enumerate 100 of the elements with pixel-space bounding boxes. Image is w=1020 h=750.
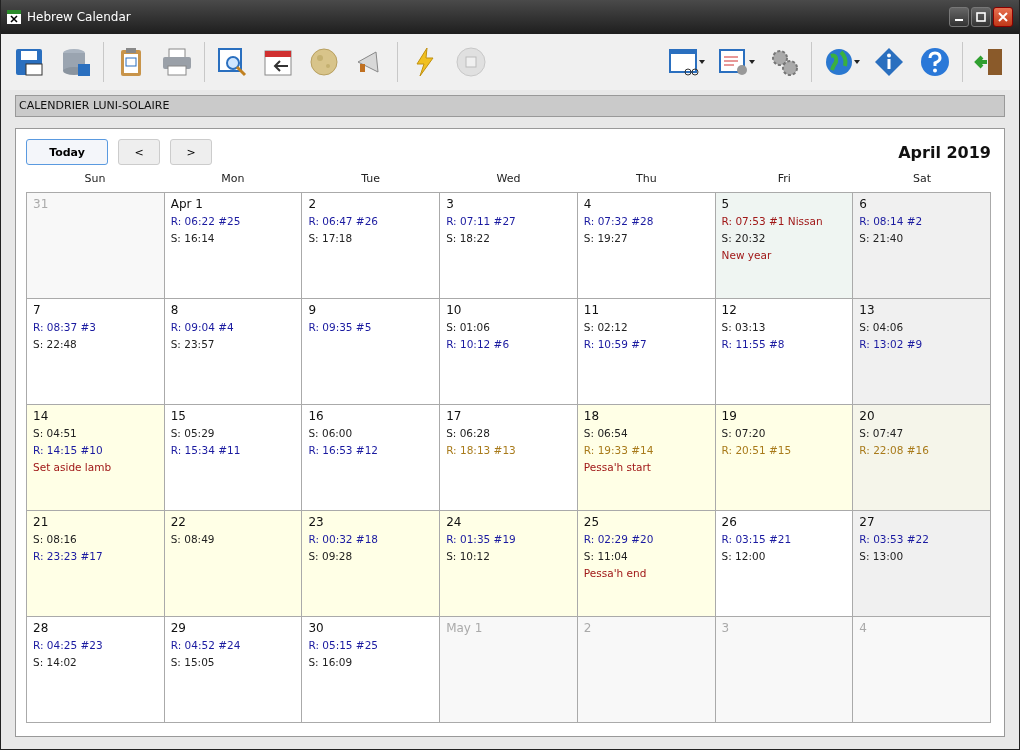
moonrise-time: R: 04:52 #24 <box>170 638 241 653</box>
day-cell[interactable]: 2 R: 06:47 #26 S: 17:18 <box>302 193 441 299</box>
day-cell[interactable]: 12 S: 03:13 R: 11:55 #8 <box>715 299 854 405</box>
day-number: Apr 1 <box>170 196 203 212</box>
moonrise-time: R: 03:53 #22 <box>859 532 929 547</box>
day-number: 17 <box>446 408 462 424</box>
day-number: 12 <box>721 302 737 318</box>
day-cell[interactable]: 5 R: 07:53 #1 Nissan S: 20:32 New year <box>715 193 854 299</box>
day-cell[interactable]: 11 S: 02:12 R: 10:59 #7 <box>577 299 716 405</box>
moonrise-time: R: 14:15 #10 <box>33 443 103 458</box>
day-cell[interactable]: 18 S: 06:54 R: 19:33 #14 Pessa'h start <box>577 405 716 511</box>
day-number: 28 <box>33 620 49 636</box>
database-icon <box>60 46 92 78</box>
moonset-time: S: 23:57 <box>170 337 215 352</box>
day-cell[interactable]: 26 R: 03:15 #21 S: 12:00 <box>715 511 854 617</box>
moonset-time: S: 04:51 <box>33 426 77 441</box>
day-cell[interactable]: 16 S: 06:00 R: 16:53 #12 <box>302 405 441 511</box>
moonset-time: S: 08:16 <box>33 532 77 547</box>
day-cell[interactable]: 24 R: 01:35 #19 S: 10:12 <box>440 511 578 617</box>
day-number: 21 <box>33 514 49 530</box>
moonrise-time: R: 09:04 #4 <box>170 320 234 335</box>
info-icon <box>873 46 905 78</box>
close-icon <box>998 12 1008 22</box>
day-number: 29 <box>170 620 186 636</box>
day-cell[interactable]: 28 R: 04:25 #23 S: 14:02 <box>27 617 165 723</box>
day-cell[interactable]: 10 S: 01:06 R: 10:12 #6 <box>440 299 578 405</box>
weekday-label: Fri <box>777 172 791 185</box>
day-number: 14 <box>33 408 49 424</box>
calendar-icon <box>7 10 21 24</box>
moonrise-time: R: 08:37 #3 <box>33 320 96 335</box>
day-cell[interactable]: 4 R: 07:32 #28 S: 19:27 <box>577 193 716 299</box>
day-cell[interactable]: 14 S: 04:51 R: 14:15 #10 Set aside lamb <box>27 405 165 511</box>
day-number: 15 <box>170 408 186 424</box>
day-number: 7 <box>33 302 41 318</box>
next-button[interactable]: > <box>170 139 212 165</box>
event-label: Pessa'h start <box>583 460 651 475</box>
moonrise-time: R: 10:12 #6 <box>446 337 510 352</box>
day-cell[interactable]: 8 R: 09:04 #4 S: 23:57 <box>164 299 303 405</box>
day-cell[interactable]: 6 R: 08:14 #2 S: 21:40 <box>853 193 991 299</box>
day-number: 6 <box>859 196 867 212</box>
moonrise-time: R: 19:33 #14 <box>583 443 654 458</box>
day-cell[interactable]: 20 S: 07:47 R: 22:08 #16 <box>853 405 991 511</box>
day-number: 2 <box>308 196 317 212</box>
moonset-time: S: 09:28 <box>308 549 353 564</box>
moonrise-time: R: 11:55 #8 <box>721 337 785 352</box>
day-cell[interactable]: 30 R: 05:15 #25 S: 16:09 <box>302 617 441 723</box>
moonset-time: S: 02:12 <box>583 320 628 335</box>
moonrise-time: R: 15:34 #11 <box>170 443 241 458</box>
moonset-time: S: 22:48 <box>33 337 77 352</box>
moonrise-time: R: 01:35 #19 <box>446 532 516 547</box>
day-cell[interactable]: 29 R: 04:52 #24 S: 15:05 <box>164 617 303 723</box>
weekday-label: Sun <box>84 172 106 185</box>
day-cell[interactable]: 22 S: 08:49 <box>164 511 303 617</box>
day-cell[interactable]: 25 R: 02:29 #20 S: 11:04 Pessa'h end <box>577 511 716 617</box>
moonrise-time: R: 03:15 #21 <box>721 532 792 547</box>
moonset-time: S: 03:13 <box>721 320 766 335</box>
day-cell[interactable]: 15 S: 05:29 R: 15:34 #11 <box>164 405 303 511</box>
moonrise-time: R: 05:15 #25 <box>308 638 379 653</box>
moonset-time: S: 07:20 <box>721 426 766 441</box>
search-icon <box>216 46 248 78</box>
day-cell[interactable]: 9 R: 09:35 #5 <box>302 299 441 405</box>
previous-button[interactable]: < <box>118 139 160 165</box>
minimize-button[interactable] <box>949 7 969 27</box>
day-cell[interactable]: 3 R: 07:11 #27 S: 18:22 <box>440 193 578 299</box>
day-number: 24 <box>446 514 462 530</box>
day-cell[interactable]: 13 S: 04:06 R: 13:02 #9 <box>853 299 991 405</box>
moonset-time: S: 12:00 <box>721 549 766 564</box>
day-cell[interactable]: 7 R: 08:37 #3 S: 22:48 <box>27 299 165 405</box>
moonrise-time: R: 22:08 #16 <box>859 443 929 458</box>
printer-icon <box>161 46 193 78</box>
day-cell[interactable]: 19 S: 07:20 R: 20:51 #15 <box>715 405 854 511</box>
moonset-time: S: 16:14 <box>170 231 215 246</box>
event-label: Set aside lamb <box>33 460 112 475</box>
save-icon <box>14 46 46 78</box>
day-number: 30 <box>308 620 324 636</box>
moonrise-time: R: 02:29 #20 <box>583 532 654 547</box>
day-cell[interactable]: 21 S: 08:16 R: 23:23 #17 <box>27 511 165 617</box>
moonrise-time: R: 09:35 #5 <box>308 320 372 335</box>
day-number: 5 <box>721 196 730 212</box>
weekday-label: Mon <box>221 172 245 185</box>
moonset-time: S: 14:02 <box>33 655 77 670</box>
moonrise-time: R: 13:02 #9 <box>859 337 923 352</box>
day-number: 23 <box>308 514 324 530</box>
caret-icon <box>699 60 705 64</box>
day-number: 11 <box>583 302 600 318</box>
day-cell[interactable]: Apr 1 R: 06:22 #25 S: 16:14 <box>164 193 303 299</box>
day-cell[interactable]: 17 S: 06:28 R: 18:13 #13 <box>440 405 578 511</box>
moonset-time: S: 18:22 <box>446 231 490 246</box>
day-number: 13 <box>859 302 875 318</box>
day-cell[interactable]: 27 R: 03:53 #22 S: 13:00 <box>853 511 991 617</box>
day-number: 3 <box>721 620 730 636</box>
day-number: 3 <box>446 196 454 212</box>
today-button[interactable]: Today <box>26 139 108 165</box>
close-button[interactable] <box>993 7 1013 27</box>
list-settings-icon <box>718 46 750 78</box>
day-cell[interactable]: 23 R: 00:32 #18 S: 09:28 <box>302 511 441 617</box>
minimize-icon <box>955 19 963 21</box>
day-number: 20 <box>859 408 875 424</box>
day-number: 4 <box>859 620 867 636</box>
maximize-button[interactable] <box>971 7 991 27</box>
